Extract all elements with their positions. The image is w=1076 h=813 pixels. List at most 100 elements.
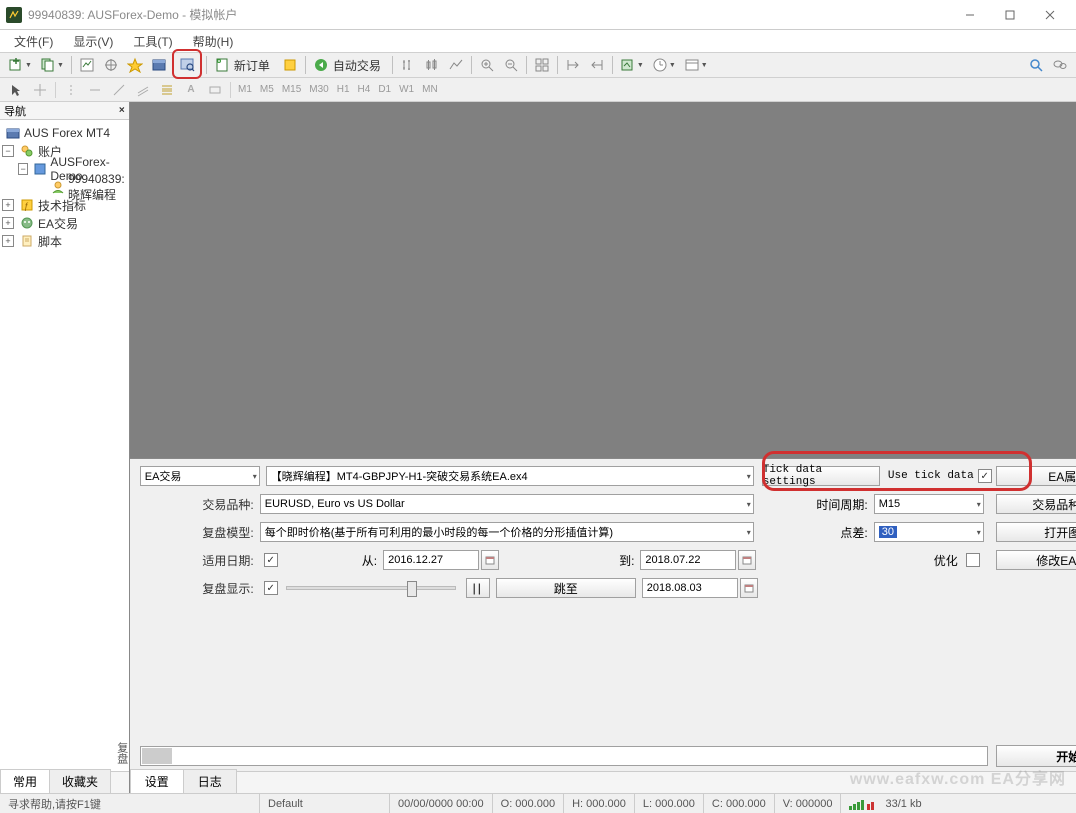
visual-checkbox[interactable]: ✓ xyxy=(264,581,278,595)
terminal-icon[interactable] xyxy=(148,54,170,76)
metaeditor-icon[interactable] xyxy=(279,54,301,76)
window-title: 99940839: AUSForex-Demo - 模拟帐户 xyxy=(28,6,950,23)
tick-data-settings-button[interactable]: Tick data settings xyxy=(762,466,880,486)
collapse-icon[interactable]: − xyxy=(2,145,14,157)
templates-icon[interactable]: ▼ xyxy=(681,54,711,76)
navigator-icon[interactable] xyxy=(124,54,146,76)
maximize-button[interactable] xyxy=(990,0,1030,30)
timeframe-h1[interactable]: H1 xyxy=(333,84,354,95)
skip-date-input[interactable]: 2018.08.03 xyxy=(642,578,738,598)
expand-icon[interactable]: + xyxy=(2,235,14,247)
menu-view[interactable]: 显示(V) xyxy=(63,31,123,52)
auto-trading-button[interactable]: 自动交易 xyxy=(310,54,388,76)
spread-label: 点差: xyxy=(840,524,873,541)
timeframe-w1[interactable]: W1 xyxy=(395,84,418,95)
tester-tab-settings[interactable]: 设置 xyxy=(130,769,184,793)
profiles-icon[interactable]: ▼ xyxy=(37,54,67,76)
timeframe-m30[interactable]: M30 xyxy=(305,84,332,95)
speed-slider[interactable] xyxy=(286,586,456,590)
skip-date-picker-icon[interactable] xyxy=(740,578,758,598)
status-profile: Default xyxy=(260,794,390,813)
periodicity-icon[interactable]: ▼ xyxy=(649,54,679,76)
timeframe-m1[interactable]: M1 xyxy=(234,84,256,95)
collapse-icon[interactable]: − xyxy=(18,163,28,175)
zoom-out-icon[interactable] xyxy=(500,54,522,76)
tree-ea[interactable]: + EA交易 xyxy=(2,214,127,232)
navigator-tabs: 常用 收藏夹 xyxy=(0,771,129,793)
tree-scripts[interactable]: + 脚本 xyxy=(2,232,127,250)
strategy-tester-icon[interactable] xyxy=(172,49,202,79)
period-select[interactable]: M15▾ xyxy=(874,494,984,514)
tile-windows-icon[interactable] xyxy=(531,54,553,76)
navigator-close-icon[interactable]: × xyxy=(119,105,125,116)
timeframe-m15[interactable]: M15 xyxy=(278,84,305,95)
tree-root[interactable]: AUS Forex MT4 xyxy=(2,124,127,142)
community-icon[interactable] xyxy=(1049,54,1071,76)
trendline-icon[interactable] xyxy=(108,80,130,100)
text-icon[interactable]: A xyxy=(180,80,202,100)
app-icon xyxy=(6,7,22,23)
optimize-checkbox[interactable] xyxy=(966,553,980,567)
spread-select[interactable]: 30▾ xyxy=(874,522,984,542)
zoom-in-icon[interactable] xyxy=(476,54,498,76)
menu-file[interactable]: 文件(F) xyxy=(4,31,63,52)
tree-login[interactable]: 99940839: 晓辉编程 xyxy=(2,178,127,196)
candle-chart-icon[interactable] xyxy=(421,54,443,76)
symbol-label: 交易品种: xyxy=(140,496,260,513)
tester-side-tab[interactable]: 复盘 xyxy=(114,742,130,764)
use-date-label: 适用日期: xyxy=(140,552,260,569)
modify-ea-button[interactable]: 修改EA交易 xyxy=(996,550,1076,570)
symbol-properties-button[interactable]: 交易品种属性 xyxy=(996,494,1076,514)
menu-tools[interactable]: 工具(T) xyxy=(123,31,182,52)
new-chart-icon[interactable]: ▼ xyxy=(5,54,35,76)
model-select[interactable]: 每个即时价格(基于所有可利用的最小时段的每一个价格的分形插值计算)▾ xyxy=(260,522,754,542)
pause-button[interactable]: || xyxy=(466,578,490,598)
expand-icon[interactable]: + xyxy=(2,199,14,211)
market-watch-icon[interactable] xyxy=(76,54,98,76)
minimize-button[interactable] xyxy=(950,0,990,30)
bar-chart-icon[interactable] xyxy=(397,54,419,76)
tester-type-select[interactable]: EA交易▾ xyxy=(140,466,260,486)
timeframe-m5[interactable]: M5 xyxy=(256,84,278,95)
crosshair-icon[interactable] xyxy=(29,80,51,100)
use-tick-data-checkbox[interactable]: ✓ xyxy=(978,469,992,483)
horizontal-line-icon[interactable] xyxy=(84,80,106,100)
new-order-button[interactable]: 新订单 xyxy=(211,54,277,76)
close-button[interactable] xyxy=(1030,0,1070,30)
status-close: C: 000.000 xyxy=(704,794,775,813)
nav-tab-common[interactable]: 常用 xyxy=(0,769,50,793)
vertical-line-icon[interactable] xyxy=(60,80,82,100)
menubar: 文件(F) 显示(V) 工具(T) 帮助(H) xyxy=(0,30,1076,52)
from-date-picker-icon[interactable] xyxy=(481,550,499,570)
fibonacci-icon[interactable] xyxy=(156,80,178,100)
drawing-toolbar: A M1 M5 M15 M30 H1 H4 D1 W1 MN xyxy=(0,78,1076,102)
tester-tab-journal[interactable]: 日志 xyxy=(183,769,237,793)
skip-to-button[interactable]: 跳至 xyxy=(496,578,636,598)
auto-scroll-icon[interactable] xyxy=(562,54,584,76)
line-chart-icon[interactable] xyxy=(445,54,467,76)
search-icon[interactable] xyxy=(1025,54,1047,76)
timeframe-h4[interactable]: H4 xyxy=(354,84,375,95)
to-date-input[interactable]: 2018.07.22 xyxy=(640,550,736,570)
ea-properties-button[interactable]: EA属性 xyxy=(996,466,1076,486)
text-label-icon[interactable] xyxy=(204,80,226,100)
from-date-input[interactable]: 2016.12.27 xyxy=(383,550,479,570)
cursor-icon[interactable] xyxy=(5,80,27,100)
timeframe-mn[interactable]: MN xyxy=(418,84,442,95)
chart-shift-icon[interactable] xyxy=(586,54,608,76)
use-tick-data-label: Use tick data xyxy=(888,470,974,482)
expand-icon[interactable]: + xyxy=(2,217,14,229)
channel-icon[interactable] xyxy=(132,80,154,100)
indicators-list-icon[interactable]: ▼ xyxy=(617,54,647,76)
status-connection: 33/1 kb xyxy=(841,794,1076,813)
open-chart-button[interactable]: 打开图表 xyxy=(996,522,1076,542)
timeframe-d1[interactable]: D1 xyxy=(374,84,395,95)
symbol-select[interactable]: EURUSD, Euro vs US Dollar▾ xyxy=(260,494,754,514)
start-button[interactable]: 开始 xyxy=(996,745,1076,767)
data-window-icon[interactable] xyxy=(100,54,122,76)
ea-file-select[interactable]: 【晓辉编程】MT4-GBPJPY-H1-突破交易系统EA.ex4▾ xyxy=(266,466,754,486)
progress-bar[interactable] xyxy=(140,746,988,766)
to-date-picker-icon[interactable] xyxy=(738,550,756,570)
nav-tab-favorites[interactable]: 收藏夹 xyxy=(49,769,111,793)
use-date-checkbox[interactable]: ✓ xyxy=(264,553,278,567)
